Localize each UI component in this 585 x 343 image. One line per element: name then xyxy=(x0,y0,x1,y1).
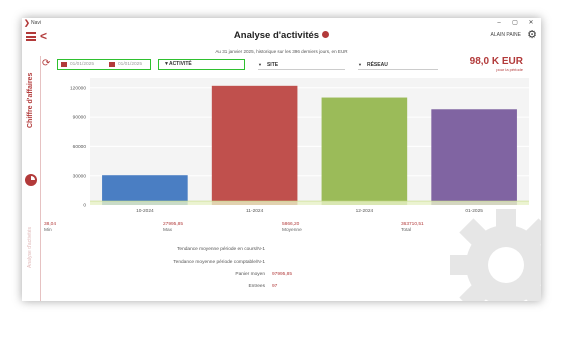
x-tick-label: 12-2024 xyxy=(356,208,374,214)
bar xyxy=(102,175,188,205)
refresh-icon[interactable]: ⟳ xyxy=(42,58,50,70)
network-filter[interactable]: ▼ RÉSEAU xyxy=(358,61,438,70)
bar xyxy=(431,109,517,205)
page-subtitle: Au 31 janvier 2025, historique sur les 3… xyxy=(215,49,348,54)
stat-min: 38,04 Min xyxy=(44,222,57,233)
calendar-icon[interactable] xyxy=(61,62,67,67)
bar xyxy=(211,85,298,205)
pie-chart-icon xyxy=(322,30,330,38)
y-tick-label: 90000 xyxy=(73,115,87,121)
caret-down-icon: ▼ xyxy=(358,62,362,67)
sidebar-item-chiffre-affaires[interactable]: Chiffre d'affaires xyxy=(27,73,34,128)
x-tick-label: 10-2024 xyxy=(136,208,154,214)
y-tick-label: 30000 xyxy=(73,173,87,179)
kpi-caption: pour la période xyxy=(496,67,523,72)
caret-down-icon: ▼ xyxy=(258,62,262,67)
sidebar-item-analyse-activites[interactable]: Analyse d'activités xyxy=(27,227,33,268)
title-bar: ❯ Navi – ▢ ✕ xyxy=(22,18,541,29)
y-tick-label: 0 xyxy=(83,203,86,209)
basket-value: 97995,85 xyxy=(272,272,293,277)
site-filter[interactable]: ▼ SITE xyxy=(258,61,345,70)
app-name: Navi xyxy=(31,20,42,26)
date-to-input[interactable]: 01/01/2025 xyxy=(118,62,142,68)
bar-chart: 0 30000 60000 90000 120000 10-2024 11-2024 12-2… xyxy=(42,75,535,219)
close-button[interactable]: ✕ xyxy=(525,19,537,27)
entries-label: Entrees xyxy=(248,284,265,289)
bar xyxy=(321,97,408,205)
entries-value: 97 xyxy=(272,284,278,289)
user-name[interactable]: ALAIN PAINE xyxy=(491,32,521,39)
x-tick-label: 11-2024 xyxy=(246,208,264,214)
basket-label: Panier moyen xyxy=(235,272,265,277)
app-window: ❯ Navi – ▢ ✕ < Analyse d'activités ALAIN… xyxy=(22,18,541,301)
page-title: Analyse d'activités xyxy=(22,30,541,42)
app-logo-icon: ❯ xyxy=(24,20,30,27)
maximize-button[interactable]: ▢ xyxy=(509,19,521,27)
minimize-button[interactable]: – xyxy=(493,19,505,27)
y-tick-label: 60000 xyxy=(73,144,87,150)
calendar-icon[interactable] xyxy=(109,62,115,67)
gear-icon[interactable]: ⚙ xyxy=(527,29,537,41)
date-from-input[interactable]: 01/01/2025 xyxy=(70,62,94,68)
y-tick-label: 120000 xyxy=(70,85,86,91)
date-range-picker[interactable]: 01/01/2025 01/01/2025 xyxy=(57,59,151,70)
trend-accounting-label: Tendance moyenne période comptable/N-1 xyxy=(173,260,265,265)
activity-filter[interactable]: ▼ACTIVITÉ xyxy=(158,59,245,70)
chart-svg: 0 30000 60000 90000 120000 10-2024 11-2024 12-2… xyxy=(70,78,529,214)
stat-average: 5866,20 Moyenne xyxy=(282,222,302,233)
stat-total: 363710,51 Total xyxy=(401,222,424,233)
gear-icon xyxy=(450,209,541,301)
trend-current-label: Tendance moyenne période en cours/N-1 xyxy=(177,247,265,252)
stat-max: 27995,85 Max xyxy=(163,222,184,233)
pie-chart-icon[interactable] xyxy=(25,174,37,186)
